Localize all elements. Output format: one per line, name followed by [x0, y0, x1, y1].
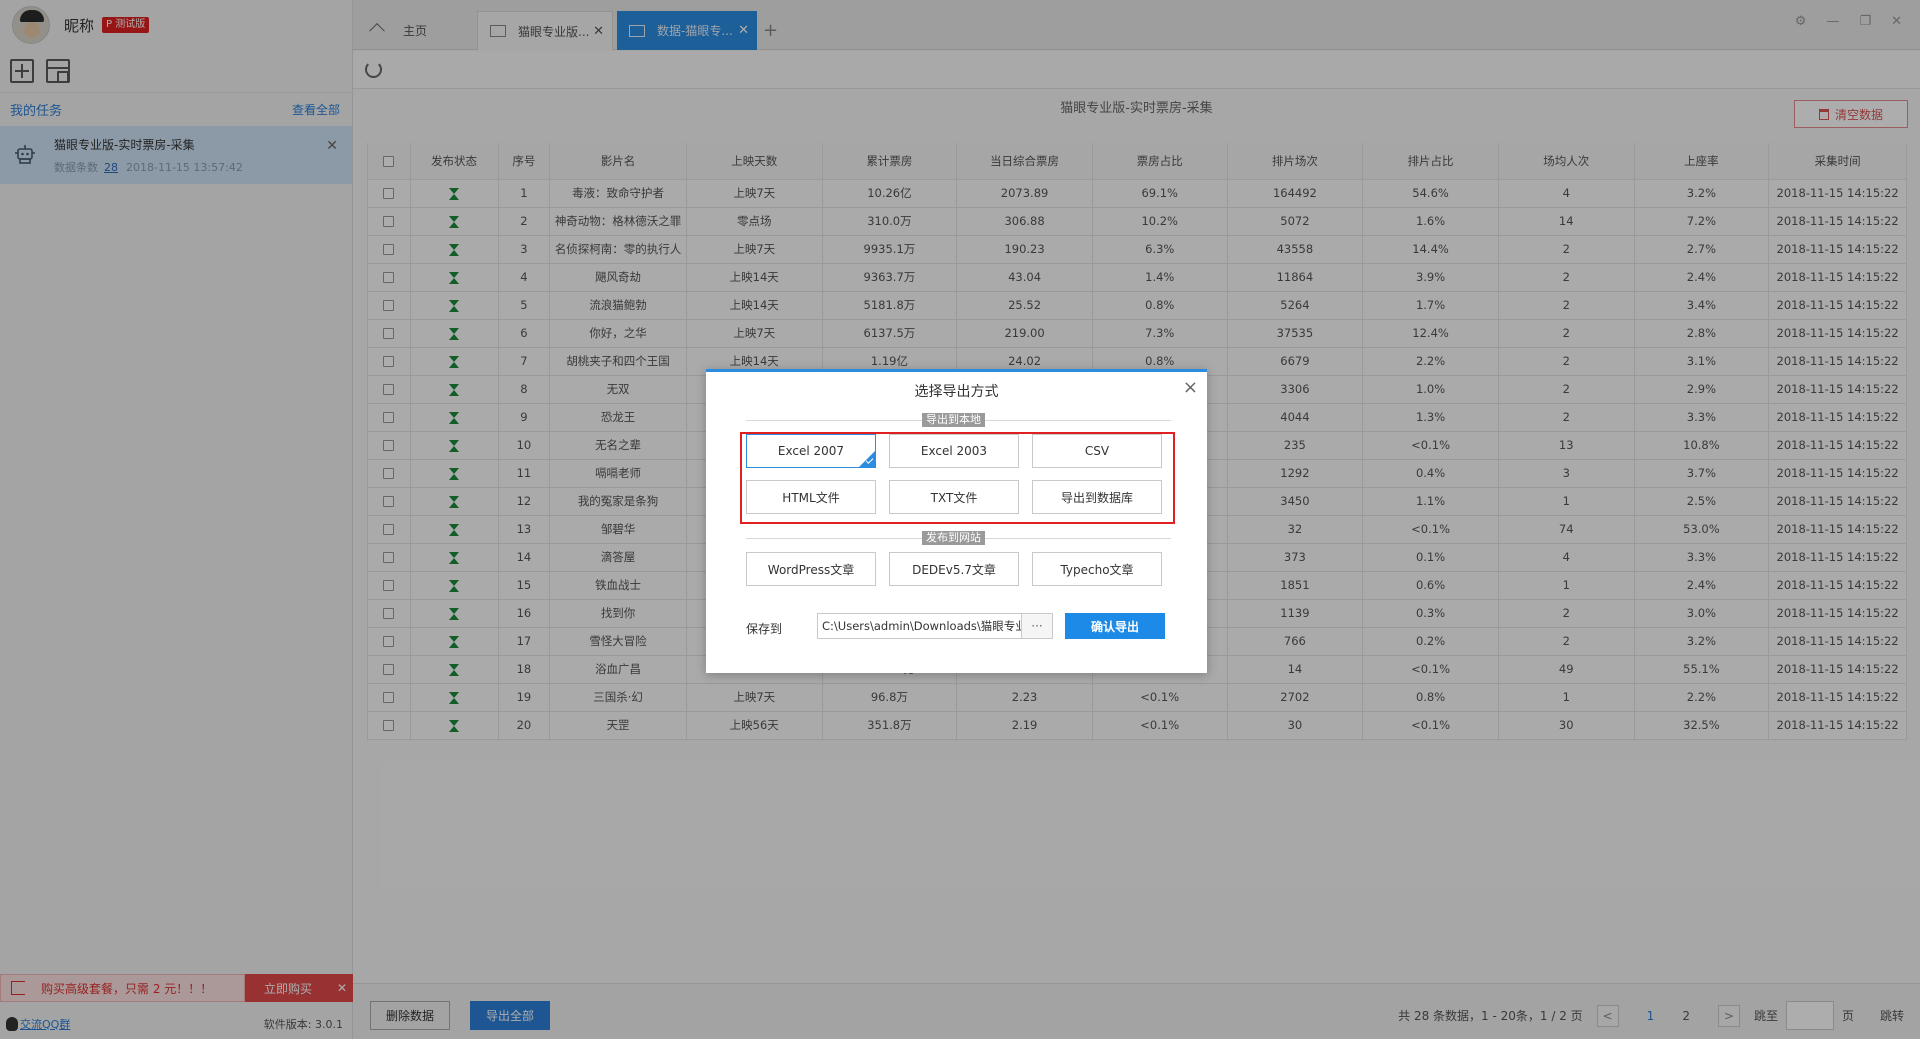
export-dialog: 选择导出方式 × 导出到本地 Excel 2007 Excel 2003 CSV…	[706, 369, 1207, 673]
section-local-label: 导出到本地	[922, 413, 985, 427]
option-wordpress[interactable]: WordPress文章	[746, 552, 876, 586]
option-txt[interactable]: TXT文件	[889, 480, 1019, 514]
close-icon[interactable]: ×	[1183, 377, 1198, 398]
option-html[interactable]: HTML文件	[746, 480, 876, 514]
option-label: Excel 2003	[920, 444, 988, 458]
check-icon	[859, 451, 875, 467]
option-label: HTML文件	[782, 490, 840, 505]
option-typecho[interactable]: Typecho文章	[1032, 552, 1162, 586]
save-path-input[interactable]: C:\Users\admin\Downloads\猫眼专业版	[817, 613, 1022, 639]
option-label: WordPress文章	[767, 562, 855, 577]
option-label: 导出到数据库	[1060, 490, 1133, 505]
confirm-export-button[interactable]: 确认导出	[1065, 613, 1165, 639]
option-csv[interactable]: CSV	[1032, 434, 1162, 468]
option-label: DEDEv5.7文章	[912, 562, 996, 577]
save-to-label: 保存到	[746, 622, 783, 636]
option-dede[interactable]: DEDEv5.7文章	[889, 552, 1019, 586]
option-excel-2007[interactable]: Excel 2007	[746, 434, 876, 468]
option-label: Typecho文章	[1060, 562, 1134, 577]
option-excel-2003[interactable]: Excel 2003	[889, 434, 1019, 468]
option-label: CSV	[1084, 444, 1110, 458]
section-web-label: 发布到网站	[922, 531, 985, 545]
option-label: Excel 2007	[777, 444, 845, 458]
browse-button[interactable]: ···	[1021, 613, 1053, 639]
dialog-title: 选择导出方式	[914, 384, 999, 400]
option-label: TXT文件	[930, 490, 978, 505]
option-database[interactable]: 导出到数据库	[1032, 480, 1162, 514]
